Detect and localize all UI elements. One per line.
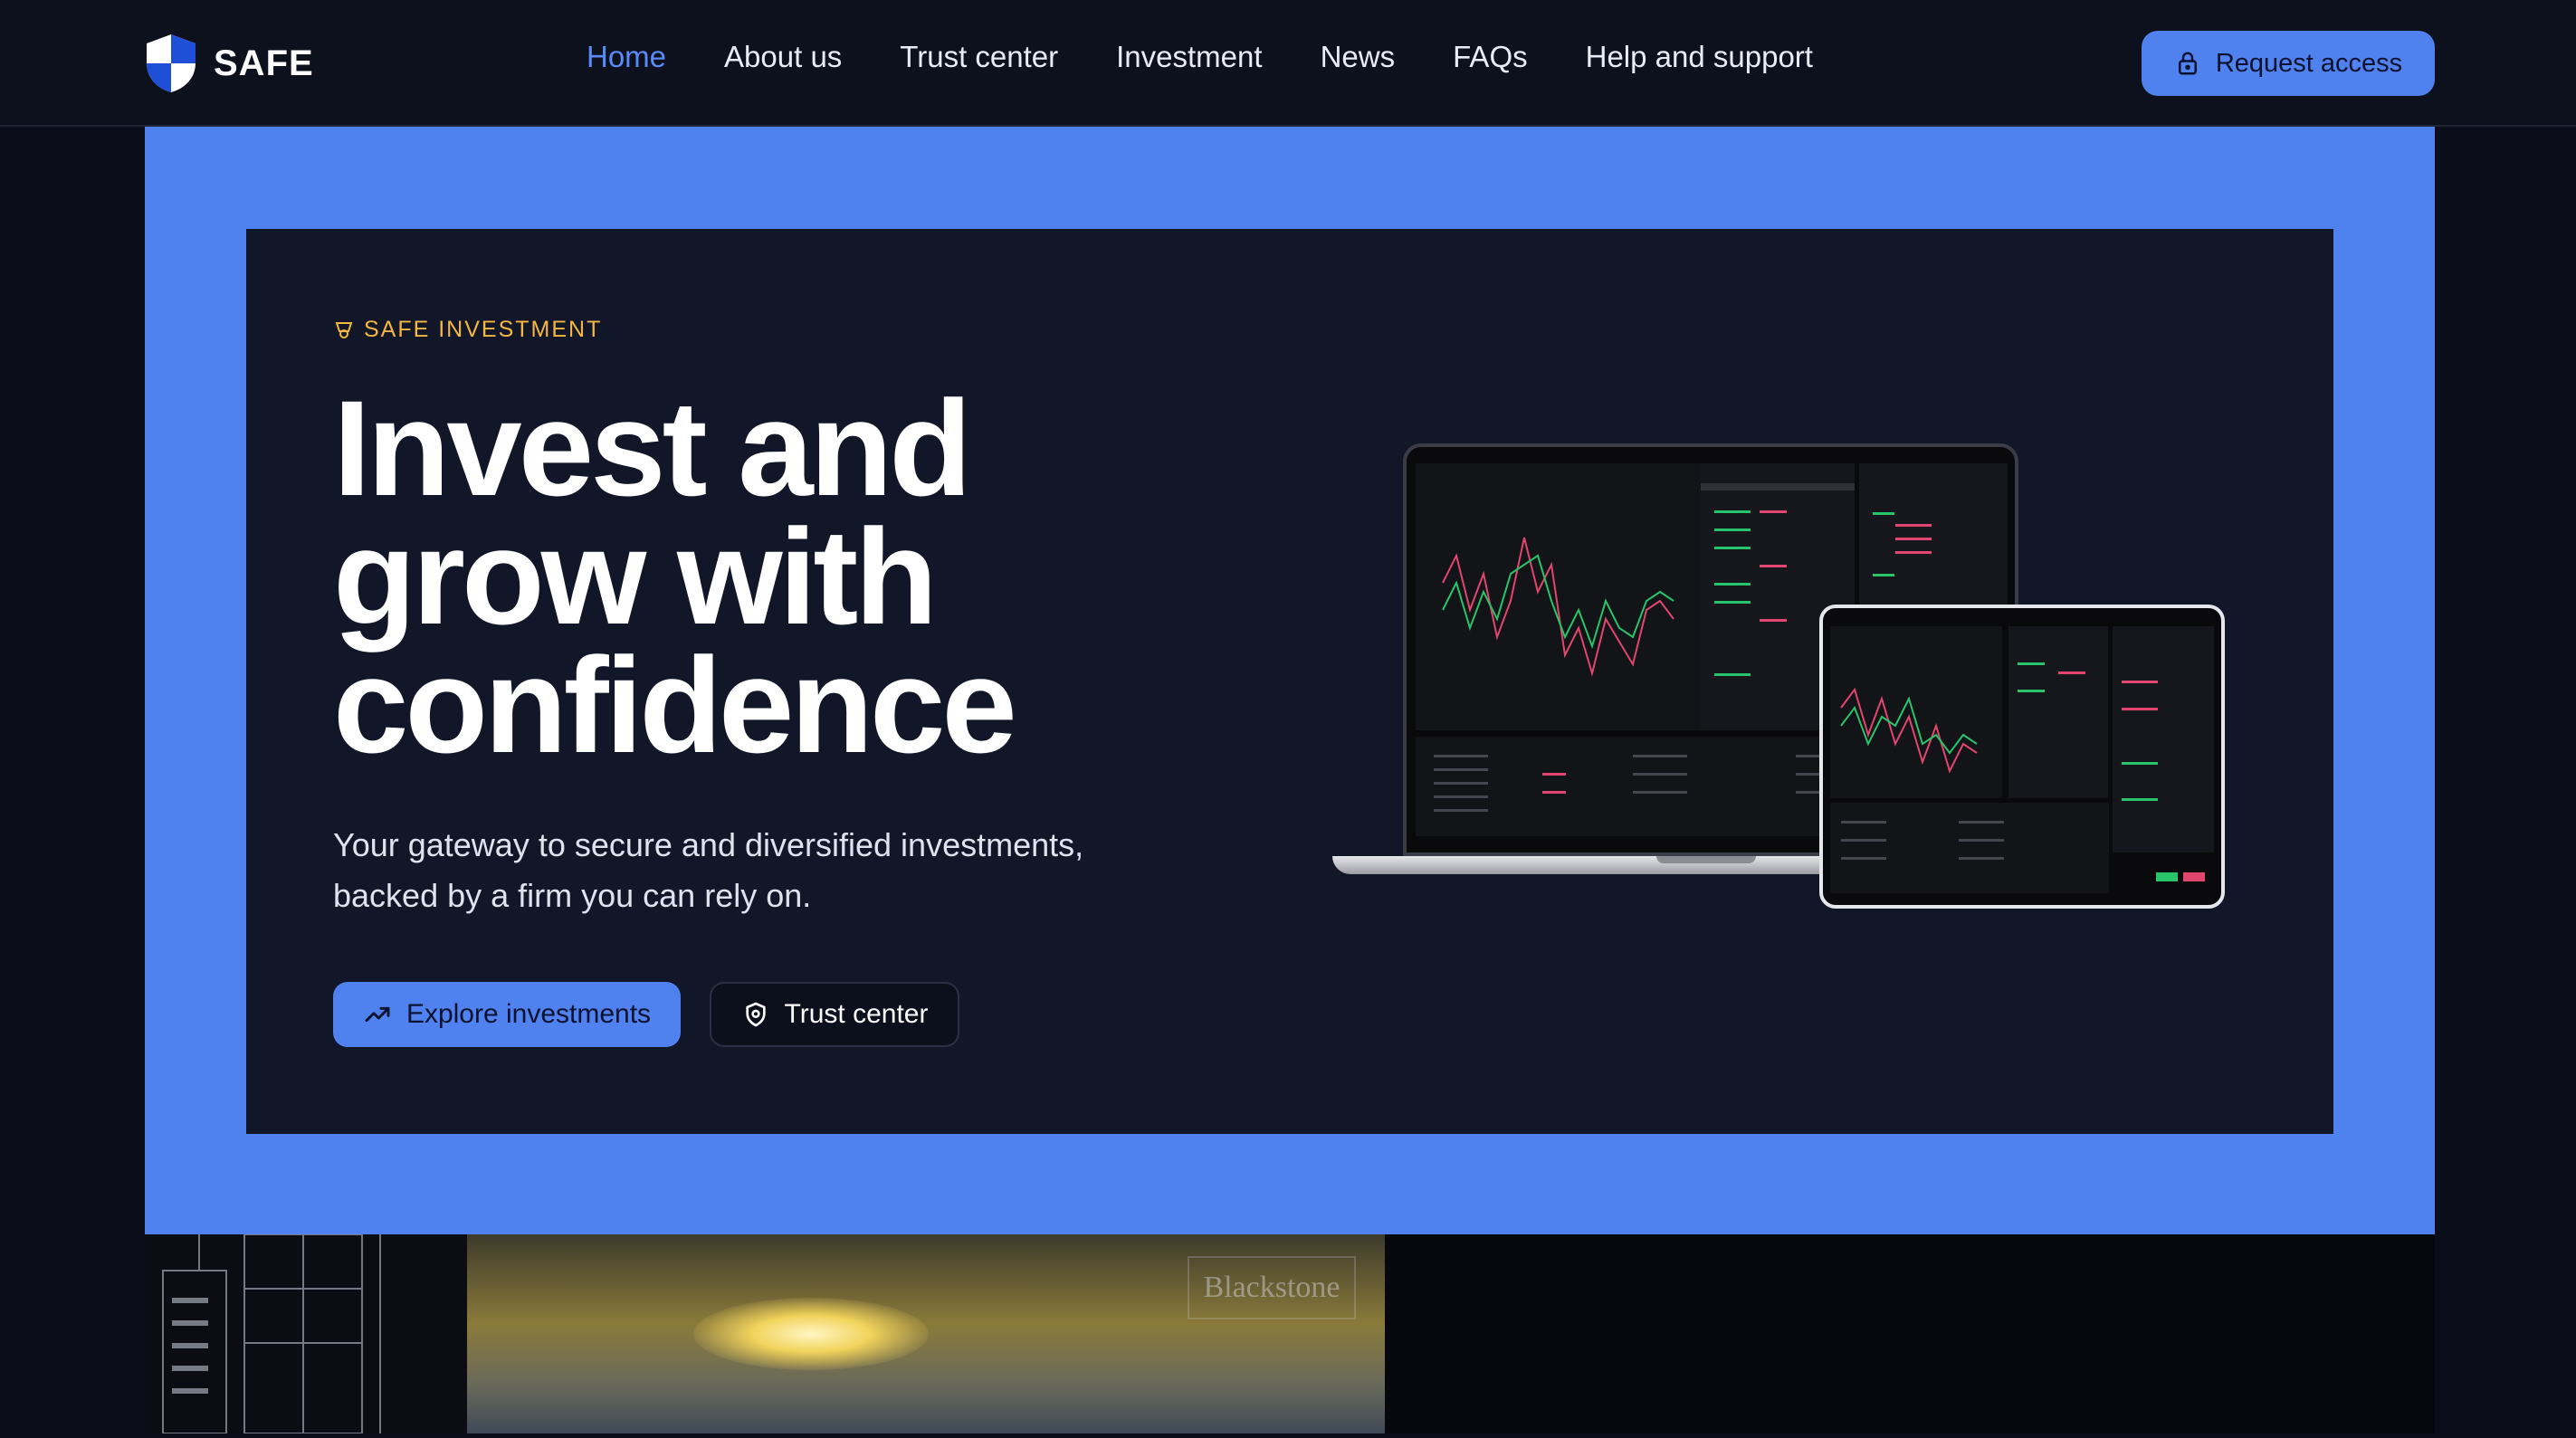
nav-link-faqs[interactable]: FAQs [1453, 40, 1528, 74]
explore-investments-button[interactable]: Explore investments [333, 982, 681, 1047]
request-access-button[interactable]: Request access [2142, 31, 2435, 96]
building-image[interactable] [145, 1233, 467, 1434]
tablet-device [1819, 605, 2225, 909]
trending-up-icon [365, 1006, 390, 1023]
building-lines-graphic [162, 1233, 381, 1434]
hero-subtext: Your gateway to secure and diversified i… [333, 820, 1220, 921]
nav-link-investment[interactable]: Investment [1116, 40, 1262, 74]
nav-link-about-us[interactable]: About us [724, 40, 842, 74]
nav-link-home[interactable]: Home [587, 40, 666, 74]
lock-icon [2178, 52, 2197, 75]
trading-devices-illustration [1331, 443, 2227, 923]
hero-subtext-line-2: backed by a firm you can rely on. [333, 877, 812, 914]
top-navigation: SAFE Home About us Trust center Investme… [0, 0, 2576, 127]
trust-center-label: Trust center [784, 999, 929, 1029]
brand-logo[interactable]: SAFE [143, 33, 314, 94]
nav-links: Home About us Trust center Investment Ne… [587, 40, 1813, 74]
badge-icon [335, 321, 353, 338]
hero-eyebrow: SAFE INVESTMENT [333, 317, 602, 343]
trust-center-button[interactable]: Trust center [710, 982, 959, 1047]
hero-subtext-line-1: Your gateway to secure and diversified i… [333, 826, 1084, 863]
nav-link-help-support[interactable]: Help and support [1586, 40, 1813, 74]
hero-headline: Invest and grow with confidence [333, 380, 1238, 773]
nav-link-trust-center[interactable]: Trust center [900, 40, 1058, 74]
explore-investments-label: Explore investments [405, 999, 652, 1029]
sun-glow [693, 1298, 929, 1370]
nav-link-news[interactable]: News [1321, 40, 1396, 74]
hero-headline-line-3: confidence [333, 629, 1017, 781]
hero-eyebrow-text: SAFE INVESTMENT [364, 317, 603, 342]
shield-check-icon [745, 1002, 766, 1027]
shield-logo-icon [147, 34, 196, 92]
blackstone-logo: Blackstone [1188, 1256, 1356, 1319]
request-access-label: Request access [2215, 48, 2403, 78]
brand-name: SAFE [214, 43, 314, 83]
laptop-notch [1656, 856, 1756, 863]
tablet-trading-chart [1830, 626, 2214, 893]
